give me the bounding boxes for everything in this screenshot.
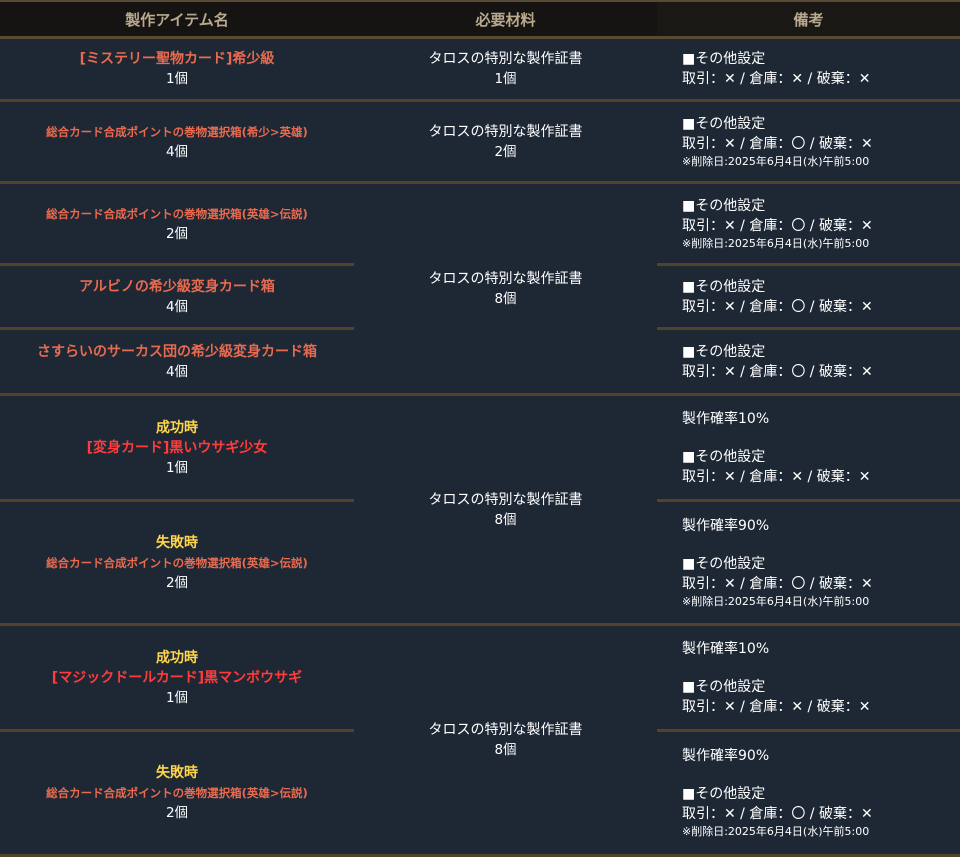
note-craft-rate: 製作確率90% <box>682 517 770 534</box>
table-row: 成功時 [マジックドールカード]黒マンボウサギ 1個 タロスの特別な製作証書 8… <box>0 624 960 857</box>
header-notes: 備考 <box>657 0 960 39</box>
item-cell: さすらいのサーカス団の希少級変身カード箱 4個 <box>0 328 354 396</box>
table-row: [ミステリー聖物カード]希少級 1個 タロスの特別な製作証書 1個 ■その他設定… <box>0 37 960 102</box>
item-name: [変身カード]黒いウサギ少女 <box>86 439 268 456</box>
note-trade-settings: 取引：✕ / 倉庫：〇 / 破棄：✕ <box>682 298 873 315</box>
item-quantity: 2個 <box>165 225 189 242</box>
note-cell: 製作確率90% ■その他設定 取引：✕ / 倉庫：〇 / 破棄：✕ ※削除日:2… <box>657 730 960 857</box>
note-craft-rate: 製作確率10% <box>682 640 770 657</box>
note-cell: ■その他設定 取引：✕ / 倉庫：〇 / 破棄：✕ <box>657 264 960 330</box>
material-cell: タロスの特別な製作証書 2個 <box>354 100 657 184</box>
note-heading: ■その他設定 <box>682 278 766 295</box>
material-quantity: 8個 <box>494 742 517 758</box>
item-quantity: 2個 <box>165 805 189 821</box>
material-cell: タロスの特別な製作証書 8個 <box>354 624 657 857</box>
item-cell: 成功時 [変身カード]黒いウサギ少女 1個 <box>0 394 354 502</box>
note-craft-rate: 製作確率10% <box>682 410 770 427</box>
crafting-table: 製作アイテム名 必要材料 備考 [ミステリー聖物カード]希少級 1個 タロスの特… <box>0 0 960 857</box>
note-spacer <box>682 536 960 554</box>
material-quantity: 2個 <box>494 143 517 160</box>
item-quantity: 1個 <box>165 459 189 476</box>
item-name: 総合カード合成ポイントの巻物選択箱(英雄>伝説) <box>46 786 308 800</box>
material-quantity: 8個 <box>494 290 517 307</box>
item-quantity: 4個 <box>165 363 189 380</box>
note-trade-settings: 取引：✕ / 倉庫：✕ / 破棄：✕ <box>682 468 871 485</box>
note-deletion-date: ※削除日:2025年6月4日(水)午前5:00 <box>682 154 870 168</box>
note-trade-settings: 取引：✕ / 倉庫：〇 / 破棄：✕ <box>682 806 873 822</box>
material-name: タロスの特別な製作証書 <box>428 270 583 287</box>
item-quantity: 1個 <box>165 689 189 706</box>
note-cell: 製作確率10% ■その他設定 取引：✕ / 倉庫：✕ / 破棄：✕ <box>657 624 960 732</box>
item-cell: 失敗時 総合カード合成ポイントの巻物選択箱(英雄>伝説) 2個 <box>0 500 354 626</box>
header-materials: 必要材料 <box>354 0 657 39</box>
note-trade-settings: 取引：✕ / 倉庫：〇 / 破棄：✕ <box>682 575 873 592</box>
item-quantity: 4個 <box>165 143 189 160</box>
material-name: タロスの特別な製作証書 <box>428 123 583 140</box>
material-quantity: 1個 <box>494 71 517 87</box>
item-cell: 失敗時 総合カード合成ポイントの巻物選択箱(英雄>伝説) 2個 <box>0 730 354 857</box>
item-result-status: 失敗時 <box>156 534 198 551</box>
note-trade-settings: 取引：✕ / 倉庫：〇 / 破棄：✕ <box>682 217 873 234</box>
note-cell: 製作確率90% ■その他設定 取引：✕ / 倉庫：〇 / 破棄：✕ ※削除日:2… <box>657 500 960 626</box>
note-cell: ■その他設定 取引：✕ / 倉庫：✕ / 破棄：✕ <box>657 37 960 102</box>
item-name: アルビノの希少級変身カード箱 <box>79 278 275 295</box>
item-cell: 総合カード合成ポイントの巻物選択箱(英雄>伝説) 2個 <box>0 182 354 266</box>
item-quantity: 4個 <box>165 298 189 315</box>
item-name: [マジックドールカード]黒マンボウサギ <box>51 669 303 686</box>
item-cell: アルビノの希少級変身カード箱 4個 <box>0 264 354 330</box>
item-name: [ミステリー聖物カード]希少級 <box>79 51 275 67</box>
header-item-name: 製作アイテム名 <box>0 0 354 39</box>
item-cell: 成功時 [マジックドールカード]黒マンボウサギ 1個 <box>0 624 354 732</box>
note-trade-settings: 取引：✕ / 倉庫：✕ / 破棄：✕ <box>682 71 871 87</box>
item-result-status: 成功時 <box>156 419 198 436</box>
item-name: 総合カード合成ポイントの巻物選択箱(希少>英雄) <box>46 124 308 139</box>
note-deletion-date: ※削除日:2025年6月4日(水)午前5:00 <box>682 825 870 838</box>
item-result-status: 失敗時 <box>156 765 198 781</box>
note-trade-settings: 取引：✕ / 倉庫：✕ / 破棄：✕ <box>682 698 871 715</box>
note-trade-settings: 取引：✕ / 倉庫：〇 / 破棄：✕ <box>682 135 873 152</box>
material-cell: タロスの特別な製作証書 8個 <box>354 182 657 396</box>
item-quantity: 2個 <box>165 574 189 591</box>
note-heading: ■その他設定 <box>682 678 766 695</box>
material-name: タロスの特別な製作証書 <box>428 722 583 738</box>
item-quantity: 1個 <box>165 71 189 87</box>
table-row: 成功時 [変身カード]黒いウサギ少女 1個 タロスの特別な製作証書 8個 製作確… <box>0 394 960 626</box>
table-row: 総合カード合成ポイントの巻物選択箱(希少>英雄) 4個 タロスの特別な製作証書 … <box>0 100 960 184</box>
note-heading: ■その他設定 <box>682 115 766 132</box>
note-heading: ■その他設定 <box>682 51 766 67</box>
material-quantity: 8個 <box>494 511 517 528</box>
note-craft-rate: 製作確率90% <box>682 748 770 764</box>
material-name: タロスの特別な製作証書 <box>428 51 583 67</box>
material-cell: タロスの特別な製作証書 1個 <box>354 37 657 102</box>
item-name: 総合カード合成ポイントの巻物選択箱(英雄>伝説) <box>46 555 308 570</box>
header-row: 製作アイテム名 必要材料 備考 <box>0 0 960 39</box>
note-heading: ■その他設定 <box>682 786 766 802</box>
material-cell: タロスの特別な製作証書 8個 <box>354 394 657 626</box>
item-name: さすらいのサーカス団の希少級変身カード箱 <box>37 343 317 360</box>
material-name: タロスの特別な製作証書 <box>428 491 583 508</box>
note-cell: ■その他設定 取引：✕ / 倉庫：〇 / 破棄：✕ ※削除日:2025年6月4日… <box>657 182 960 266</box>
note-heading: ■その他設定 <box>682 555 766 572</box>
note-deletion-date: ※削除日:2025年6月4日(水)午前5:00 <box>682 236 870 250</box>
item-name: 総合カード合成ポイントの巻物選択箱(英雄>伝説) <box>46 206 308 221</box>
note-cell: ■その他設定 取引：✕ / 倉庫：〇 / 破棄：✕ ※削除日:2025年6月4日… <box>657 100 960 184</box>
note-trade-settings: 取引：✕ / 倉庫：〇 / 破棄：✕ <box>682 363 873 380</box>
note-spacer <box>682 766 960 784</box>
note-cell: ■その他設定 取引：✕ / 倉庫：〇 / 破棄：✕ <box>657 328 960 396</box>
table-row: 総合カード合成ポイントの巻物選択箱(英雄>伝説) 2個 タロスの特別な製作証書 … <box>0 182 960 396</box>
note-spacer <box>682 659 960 677</box>
item-result-status: 成功時 <box>156 649 198 666</box>
note-heading: ■その他設定 <box>682 197 766 214</box>
item-cell: 総合カード合成ポイントの巻物選択箱(希少>英雄) 4個 <box>0 100 354 184</box>
item-cell: [ミステリー聖物カード]希少級 1個 <box>0 37 354 102</box>
note-deletion-date: ※削除日:2025年6月4日(水)午前5:00 <box>682 594 870 608</box>
note-cell: 製作確率10% ■その他設定 取引：✕ / 倉庫：✕ / 破棄：✕ <box>657 394 960 502</box>
note-spacer <box>682 429 960 447</box>
note-heading: ■その他設定 <box>682 343 766 360</box>
note-heading: ■その他設定 <box>682 448 766 465</box>
